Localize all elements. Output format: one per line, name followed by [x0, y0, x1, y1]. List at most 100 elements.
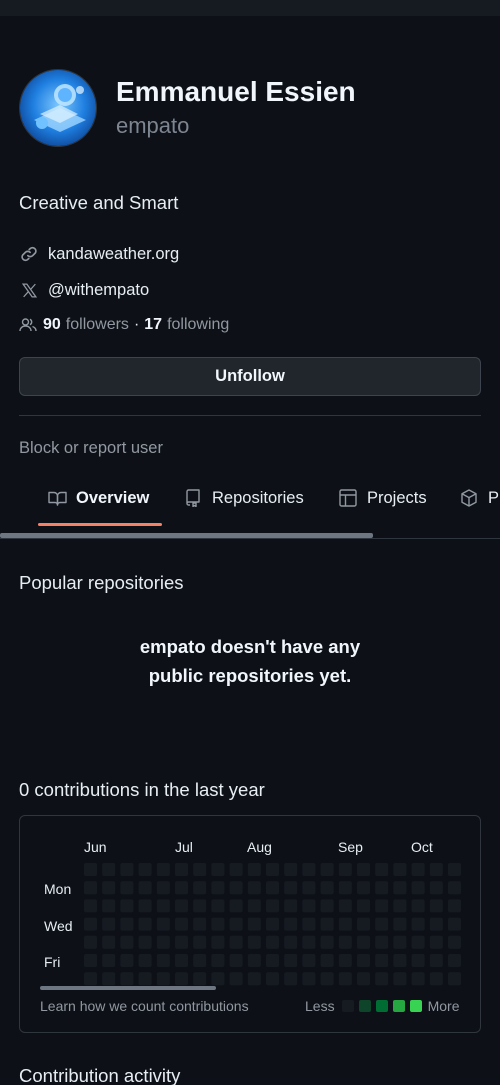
- contribution-day-cell[interactable]: [193, 917, 207, 931]
- contribution-day-cell[interactable]: [284, 899, 298, 913]
- tab-overview[interactable]: Overview: [47, 488, 149, 508]
- contribution-day-cell[interactable]: [138, 899, 152, 913]
- contribution-day-cell[interactable]: [102, 917, 116, 931]
- contribution-day-cell[interactable]: [302, 972, 316, 986]
- contribution-day-cell[interactable]: [357, 881, 370, 895]
- contribution-day-cell[interactable]: [375, 972, 389, 986]
- contribution-day-cell[interactable]: [338, 881, 352, 895]
- followers-link[interactable]: 90 followers: [43, 316, 129, 334]
- contribution-day-cell[interactable]: [247, 863, 261, 876]
- contribution-day-cell[interactable]: [120, 899, 134, 913]
- contribution-day-cell[interactable]: [211, 917, 225, 931]
- contribution-day-cell[interactable]: [429, 954, 443, 967]
- contribution-day-cell[interactable]: [247, 899, 261, 913]
- contribution-day-cell[interactable]: [448, 863, 461, 876]
- contribution-day-cell[interactable]: [229, 863, 243, 876]
- contribution-day-cell[interactable]: [229, 935, 243, 949]
- contribution-day-cell[interactable]: [175, 954, 188, 967]
- contribution-day-cell[interactable]: [284, 917, 298, 931]
- contribution-day-cell[interactable]: [247, 917, 261, 931]
- contribution-day-cell[interactable]: [302, 881, 316, 895]
- contribution-day-cell[interactable]: [429, 972, 443, 986]
- contribution-day-cell[interactable]: [156, 954, 170, 967]
- contribution-day-cell[interactable]: [138, 954, 152, 967]
- website-row[interactable]: kandaweather.org: [19, 244, 179, 264]
- contribution-day-cell[interactable]: [193, 881, 207, 895]
- contribution-day-cell[interactable]: [211, 863, 225, 876]
- tab-packages[interactable]: P: [459, 488, 499, 508]
- contribution-day-cell[interactable]: [266, 917, 279, 931]
- contribution-day-cell[interactable]: [357, 899, 370, 913]
- contribution-day-cell[interactable]: [102, 863, 116, 876]
- contribution-day-cell[interactable]: [193, 935, 207, 949]
- contribution-day-cell[interactable]: [138, 881, 152, 895]
- contribution-day-cell[interactable]: [266, 863, 279, 876]
- contribution-day-cell[interactable]: [302, 899, 316, 913]
- contribution-day-cell[interactable]: [393, 972, 407, 986]
- contribution-day-cell[interactable]: [120, 954, 134, 967]
- contribution-day-cell[interactable]: [411, 972, 425, 986]
- contribution-day-cell[interactable]: [247, 881, 261, 895]
- contribution-day-cell[interactable]: [211, 954, 225, 967]
- contribution-day-cell[interactable]: [102, 935, 116, 949]
- contribution-day-cell[interactable]: [448, 881, 461, 895]
- contribution-day-cell[interactable]: [156, 972, 170, 986]
- contribution-day-cell[interactable]: [211, 881, 225, 895]
- contribution-day-cell[interactable]: [338, 972, 352, 986]
- contribution-day-cell[interactable]: [266, 899, 279, 913]
- tab-repositories[interactable]: Repositories: [183, 488, 304, 508]
- contribution-day-cell[interactable]: [102, 881, 116, 895]
- contribution-day-cell[interactable]: [302, 954, 316, 967]
- contribution-day-cell[interactable]: [156, 917, 170, 931]
- contribution-day-cell[interactable]: [266, 954, 279, 967]
- contribution-day-cell[interactable]: [357, 972, 370, 986]
- contribution-day-cell[interactable]: [138, 917, 152, 931]
- contribution-day-cell[interactable]: [84, 881, 97, 895]
- contribution-day-cell[interactable]: [266, 881, 279, 895]
- contribution-day-cell[interactable]: [229, 972, 243, 986]
- contribution-day-cell[interactable]: [266, 935, 279, 949]
- contribution-day-cell[interactable]: [229, 954, 243, 967]
- contribution-day-cell[interactable]: [302, 917, 316, 931]
- tab-projects[interactable]: Projects: [338, 488, 427, 508]
- contribution-day-cell[interactable]: [338, 935, 352, 949]
- contribution-day-cell[interactable]: [138, 935, 152, 949]
- contribution-day-cell[interactable]: [411, 917, 425, 931]
- contribution-day-cell[interactable]: [320, 954, 334, 967]
- contribution-day-cell[interactable]: [357, 863, 370, 876]
- x-handle-link[interactable]: @withempato: [48, 281, 149, 300]
- contribution-day-cell[interactable]: [393, 863, 407, 876]
- learn-contributions-link[interactable]: Learn how we count contributions: [40, 998, 249, 1014]
- contribution-day-cell[interactable]: [284, 972, 298, 986]
- contribution-day-cell[interactable]: [429, 935, 443, 949]
- contribution-day-cell[interactable]: [229, 899, 243, 913]
- contribution-day-cell[interactable]: [193, 899, 207, 913]
- contribution-day-cell[interactable]: [320, 917, 334, 931]
- website-link[interactable]: kandaweather.org: [48, 245, 179, 264]
- contribution-day-cell[interactable]: [84, 917, 97, 931]
- contribution-day-cell[interactable]: [411, 863, 425, 876]
- contribution-day-cell[interactable]: [320, 899, 334, 913]
- contribution-day-cell[interactable]: [448, 935, 461, 949]
- contribution-day-cell[interactable]: [338, 954, 352, 967]
- contribution-day-cell[interactable]: [375, 917, 389, 931]
- contribution-day-cell[interactable]: [357, 935, 370, 949]
- contribution-day-cell[interactable]: [393, 881, 407, 895]
- contribution-day-cell[interactable]: [284, 881, 298, 895]
- contribution-day-cell[interactable]: [302, 863, 316, 876]
- contribution-day-cell[interactable]: [411, 935, 425, 949]
- contribution-day-cell[interactable]: [411, 881, 425, 895]
- contribution-day-cell[interactable]: [102, 972, 116, 986]
- contribution-day-cell[interactable]: [247, 972, 261, 986]
- calendar-scrollbar[interactable]: [40, 986, 216, 990]
- contribution-day-cell[interactable]: [284, 863, 298, 876]
- contribution-day-cell[interactable]: [393, 899, 407, 913]
- contribution-day-cell[interactable]: [357, 954, 370, 967]
- contribution-day-cell[interactable]: [211, 935, 225, 949]
- contribution-day-cell[interactable]: [138, 863, 152, 876]
- contribution-day-cell[interactable]: [375, 881, 389, 895]
- contribution-day-cell[interactable]: [448, 972, 461, 986]
- contribution-day-cell[interactable]: [84, 863, 97, 876]
- x-account-row[interactable]: @withempato: [19, 280, 149, 300]
- contribution-day-cell[interactable]: [229, 917, 243, 931]
